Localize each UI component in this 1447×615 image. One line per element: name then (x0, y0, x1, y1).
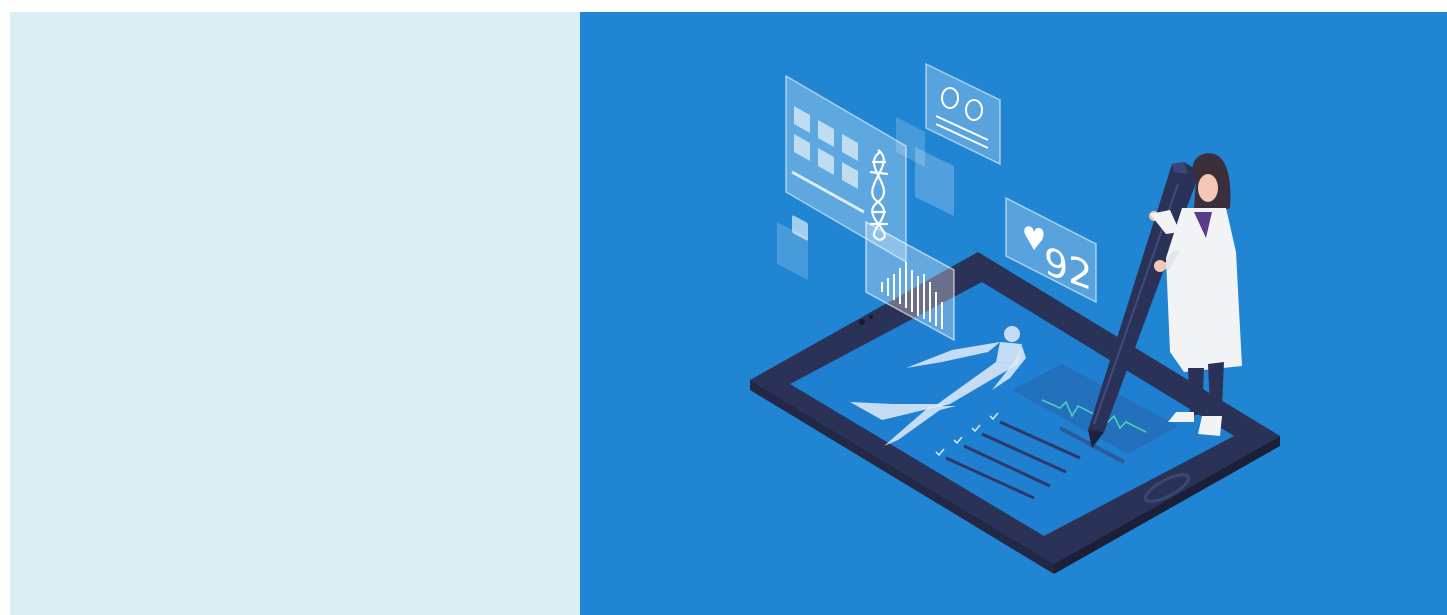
tablet-camera (859, 319, 865, 325)
telemedicine-illustration: 92 (580, 12, 1447, 615)
text-area-background (10, 12, 580, 615)
doctor-legs (1188, 368, 1204, 416)
promo-banner: 92 (10, 12, 1447, 615)
hero-illustration: 92 (580, 12, 1447, 615)
doctor-hand (1154, 260, 1166, 272)
doctor-face (1198, 174, 1218, 202)
